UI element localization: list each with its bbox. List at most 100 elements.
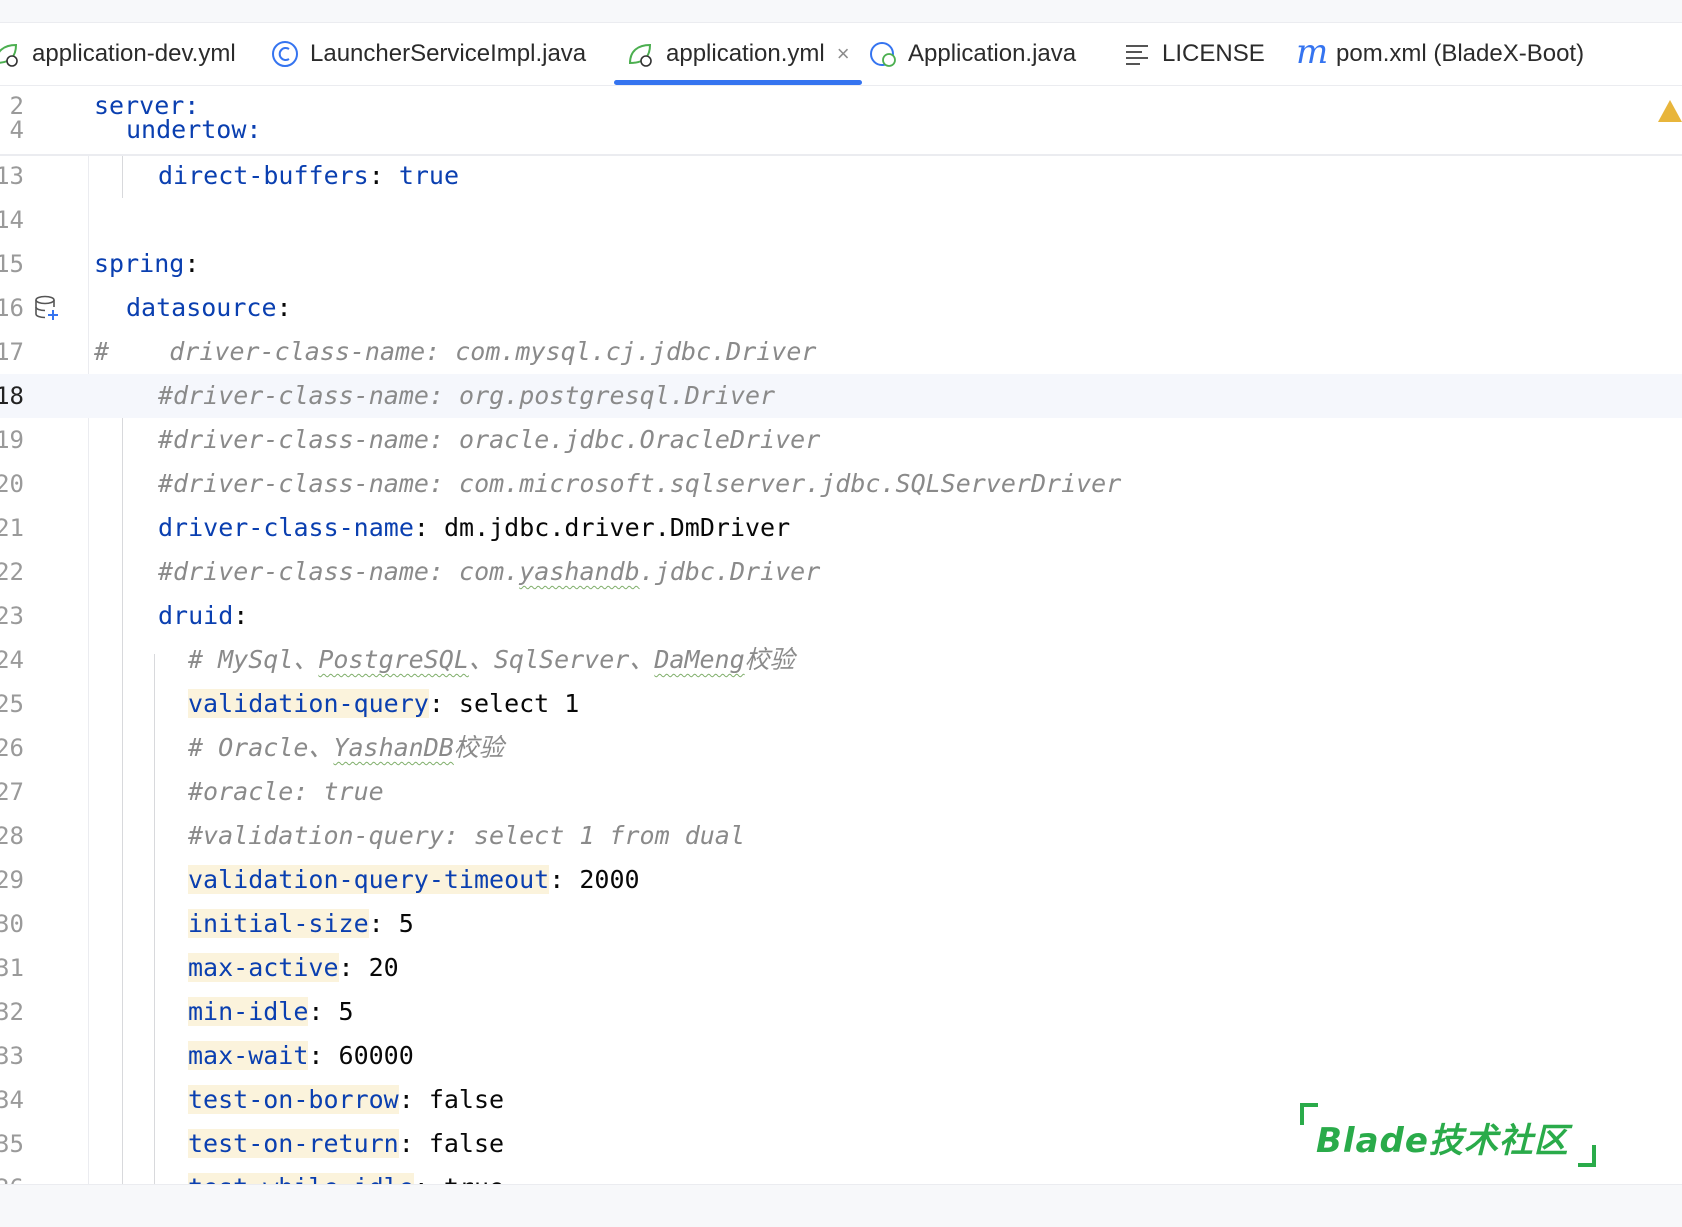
code-text: #driver-class-name: org.postgresql.Drive… (158, 374, 775, 418)
code-text: # driver-class-name: com.mysql.cj.jdbc.D… (94, 330, 816, 374)
spelling-squiggle: DaMeng (654, 645, 745, 674)
code-line[interactable]: 17 # driver-class-name: com.mysql.cj.jdbc… (0, 330, 1682, 374)
line-number: 26 (0, 734, 24, 762)
code-line[interactable]: 33 max-wait: 60000 (0, 1034, 1682, 1078)
code-text: #validation-query: select 1 from dual (188, 814, 745, 858)
code-line[interactable]: 32 min-idle: 5 (0, 990, 1682, 1034)
value-token: : 5 (368, 909, 414, 938)
value-token: : true (414, 1173, 504, 1184)
code-line[interactable]: 13 direct-buffers: true (0, 154, 1682, 198)
line-number: 29 (0, 866, 24, 894)
value-token: : (368, 161, 399, 190)
comment-token: # Oracle、YashanDB校验 (188, 733, 504, 762)
spelling-squiggle: yashandb (519, 557, 640, 586)
code-line[interactable]: 19 #driver-class-name: oracle.jdbc.Oracle… (0, 418, 1682, 462)
line-number: 35 (0, 1130, 24, 1158)
spring-boot-class-icon (868, 39, 898, 69)
code-text: initial-size: 5 (188, 902, 414, 946)
key-token: validation-query-timeout (188, 865, 550, 894)
value-token: : 5 (308, 997, 354, 1026)
code-line[interactable]: 15 spring: (0, 242, 1682, 286)
spelling-squiggle: PostgreSQL (318, 645, 469, 674)
code-line[interactable]: 36 test-while-idle: true (0, 1166, 1682, 1184)
line-number: 25 (0, 690, 24, 718)
code-text: test-while-idle: true (188, 1166, 504, 1184)
sticky-scroll-header[interactable]: 2 server: 4 undertow: (0, 86, 1682, 156)
code-text: #driver-class-name: com.microsoft.sqlser… (158, 462, 1121, 506)
code-line[interactable]: 23 druid: (0, 594, 1682, 638)
code-line[interactable]: 24 # MySql、PostgreSQL、SqlServer、DaMeng校验 (0, 638, 1682, 682)
code-line[interactable]: 26 # Oracle、YashanDB校验 (0, 726, 1682, 770)
value-token: : (276, 293, 292, 322)
tab-application-yml[interactable]: application.yml × (614, 23, 862, 85)
line-number: 24 (0, 646, 24, 674)
code-text: datasource: (126, 286, 292, 330)
value-token: true (398, 161, 460, 190)
code-line[interactable]: 25 validation-query: select 1 (0, 682, 1682, 726)
editor-tab-bar: application-dev.yml LauncherServiceImpl.… (0, 23, 1682, 86)
comment-token: #oracle: true (188, 777, 384, 806)
line-number: 13 (0, 162, 24, 190)
maven-icon: m (1296, 32, 1329, 72)
key-token: direct-buffers (158, 161, 369, 190)
close-icon[interactable]: × (837, 41, 850, 67)
line-number: 14 (0, 206, 24, 234)
comment-token: #driver-class-name: oracle.jdbc.OracleDr… (158, 425, 821, 454)
line-number: 27 (0, 778, 24, 806)
code-line[interactable]: 18 #driver-class-name: org.postgresql.Dri… (0, 374, 1682, 418)
code-line[interactable]: 27 #oracle: true (0, 770, 1682, 814)
comment-token: #driver-class-name: org.postgresql.Drive… (158, 381, 776, 410)
database-icon[interactable] (34, 294, 60, 322)
code-text: druid: (158, 594, 248, 638)
tab-pom-xml[interactable]: m pom.xml (BladeX-Boot) (1296, 23, 1584, 85)
value-token: : (233, 601, 249, 630)
tab-label: LICENSE (1162, 40, 1265, 67)
tab-label: application.yml (666, 40, 825, 67)
warning-icon[interactable] (1658, 100, 1682, 122)
code-text: #driver-class-name: com.yashandb.jdbc.Dr… (158, 550, 820, 594)
code-text: validation-query-timeout: 2000 (188, 858, 640, 902)
tab-label: Application.java (908, 40, 1077, 67)
line-number: 23 (0, 602, 24, 630)
class-icon (270, 39, 300, 69)
spelling-squiggle: YashanDB (333, 733, 454, 762)
code-line[interactable]: 22 #driver-class-name: com.yashandb.jdbc.… (0, 550, 1682, 594)
tab-application-java[interactable]: Application.java (868, 23, 1076, 85)
tab-label: pom.xml (BladeX-Boot) (1336, 40, 1585, 67)
code-line[interactable]: 30 initial-size: 5 (0, 902, 1682, 946)
line-number: 31 (0, 954, 24, 982)
sticky-line: 4 undertow: (0, 108, 1682, 152)
code-line[interactable]: 16 datasource: (0, 286, 1682, 330)
spring-yml-icon (0, 39, 22, 69)
tab-launcherserviceimpl-java[interactable]: LauncherServiceImpl.java (270, 23, 586, 85)
line-number: 34 (0, 1086, 24, 1114)
code-line[interactable]: 31 max-active: 20 (0, 946, 1682, 990)
key-token: spring (94, 249, 185, 278)
code-line[interactable]: 21 driver-class-name: dm.jdbc.driver.DmDr… (0, 506, 1682, 550)
line-number: 16 (0, 294, 24, 322)
code-line[interactable]: 28 #validation-query: select 1 from dual (0, 814, 1682, 858)
line-number: 18 (0, 382, 24, 410)
comment-token: #driver-class-name: com.yashandb.jdbc.Dr… (158, 557, 821, 586)
tab-license[interactable]: LICENSE (1122, 23, 1265, 85)
value-token: : false (398, 1129, 505, 1158)
code-text: #oracle: true (188, 770, 384, 814)
key-token: test-on-return (188, 1129, 399, 1158)
line-number: 36 (0, 1166, 24, 1184)
key-token: max-wait (188, 1041, 309, 1070)
code-text: # MySql、PostgreSQL、SqlServer、DaMeng校验 (188, 638, 795, 682)
line-number: 20 (0, 470, 24, 498)
code-editor[interactable]: 2 server: 4 undertow: 13 direct-buffers : … (0, 86, 1682, 1184)
code-line[interactable]: 14 (0, 198, 1682, 242)
code-text: validation-query: select 1 (188, 682, 579, 726)
line-number: 15 (0, 250, 24, 278)
code-line[interactable]: 29 validation-query-timeout: 2000 (0, 858, 1682, 902)
code-text: driver-class-name: dm.jdbc.driver.DmDriv… (158, 506, 790, 550)
code-line[interactable]: 20 #driver-class-name: com.microsoft.sqls… (0, 462, 1682, 506)
tab-label: LauncherServiceImpl.java (310, 40, 587, 67)
watermark-logo: Blade技术社区 (1300, 1103, 1596, 1167)
tab-application-dev-yml[interactable]: application-dev.yml (0, 23, 236, 85)
watermark-bracket (1578, 1145, 1596, 1167)
code-text: test-on-return: false (188, 1122, 504, 1166)
comment-token: #validation-query: select 1 from dual (188, 821, 745, 850)
